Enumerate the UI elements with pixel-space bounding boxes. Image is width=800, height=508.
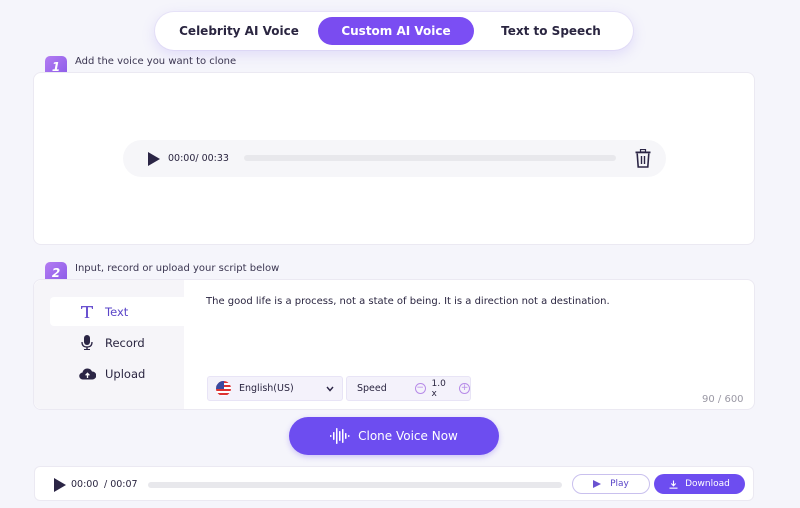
step-1-title: Add the voice you want to clone [75,56,237,67]
language-value: English(US) [239,383,294,394]
us-flag-icon [216,381,231,396]
speed-control: Speed − 1.0 x + [346,376,471,401]
trash-icon[interactable] [635,149,651,168]
mode-record-label: Record [105,335,145,350]
speed-value: 1.0 x [431,378,446,399]
script-mode-sidebar: Text Record Upload [34,280,184,409]
result-current-time: 00:00 [71,479,99,490]
mode-upload-label: Upload [105,366,146,381]
result-play-icon[interactable] [54,478,66,492]
clone-voice-label: Clone Voice Now [358,429,458,443]
speed-label: Speed [357,383,387,394]
play-button[interactable]: Play [572,474,650,494]
play-icon[interactable] [148,151,160,166]
speed-increase-icon[interactable]: + [459,383,470,394]
download-label: Download [685,479,730,489]
tab-text-to-speech[interactable]: Text to Speech [474,17,628,45]
download-icon [669,480,678,489]
download-button[interactable]: Download [654,474,745,494]
sample-progress-bar[interactable] [244,155,616,161]
script-textarea[interactable]: The good life is a process, not a state … [206,296,610,307]
cloud-upload-icon [78,367,96,380]
clone-voice-button[interactable]: Clone Voice Now [289,417,499,455]
result-progress-bar[interactable] [148,482,562,488]
play-label: Play [610,479,629,489]
microphone-icon [78,335,96,350]
mode-record[interactable]: Record [50,328,184,357]
mode-upload[interactable]: Upload [50,359,184,388]
tab-celebrity-ai-voice[interactable]: Celebrity AI Voice [160,17,318,45]
speed-decrease-icon[interactable]: − [414,383,426,394]
character-counter: 90 / 600 [702,394,744,405]
step-2-title: Input, record or upload your script belo… [75,263,280,274]
result-duration: / 00:07 [104,479,138,490]
mode-tabs: Celebrity AI Voice Custom AI Voice Text … [155,12,633,50]
mode-text[interactable]: Text [50,297,184,326]
chevron-down-icon [326,386,334,392]
tab-custom-ai-voice[interactable]: Custom AI Voice [318,17,474,45]
language-select[interactable]: English(US) [207,376,343,401]
text-icon [78,305,96,319]
mode-text-label: Text [105,304,129,319]
play-icon [593,480,602,488]
sound-wave-icon [330,428,350,444]
sample-time: 00:00/ 00:33 [168,153,229,164]
